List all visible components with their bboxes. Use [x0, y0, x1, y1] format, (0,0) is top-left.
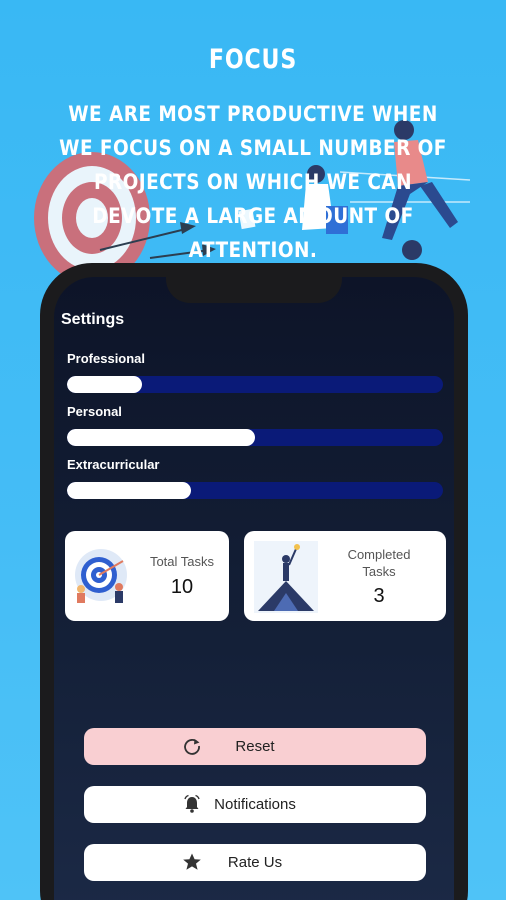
- progress-bar-professional: [67, 376, 443, 393]
- progress-bar-extracurricular: [67, 482, 443, 499]
- promo-title: FOCUS: [208, 44, 298, 75]
- total-tasks-value: 10: [170, 576, 194, 598]
- phone-notch: [166, 277, 342, 303]
- phone-frame: Settings Professional Personal Extracurr…: [40, 263, 468, 900]
- completed-tasks-value: 3: [373, 585, 385, 607]
- completed-tasks-card[interactable]: Completed Tasks 3: [244, 531, 446, 621]
- total-tasks-label: Total Tasks: [149, 554, 215, 569]
- progress-label-professional: Professional: [67, 351, 146, 366]
- progress-label-personal: Personal: [67, 404, 122, 419]
- promo-text: WE ARE MOST PRODUCTIVE WHEN WE FOCUS ON …: [59, 102, 447, 262]
- progress-fill-extracurricular: [67, 482, 192, 499]
- completed-tasks-label: Completed Tasks: [347, 547, 411, 579]
- progress-label-extracurricular: Extracurricular: [67, 457, 160, 472]
- notifications-button-label: Notifications: [214, 796, 296, 813]
- progress-fill-personal: [67, 429, 255, 446]
- screen-title: Settings: [61, 311, 125, 328]
- progress-bar-personal: [67, 429, 443, 446]
- progress-fill-professional: [67, 376, 143, 393]
- reset-button[interactable]: Reset: [84, 728, 426, 765]
- rate-us-button[interactable]: Rate Us: [84, 844, 426, 881]
- app-screen: Settings Professional Personal Extracurr…: [54, 277, 454, 900]
- notifications-button[interactable]: Notifications: [84, 786, 426, 823]
- total-tasks-card[interactable]: Total Tasks 10: [65, 531, 229, 621]
- reset-button-label: Reset: [235, 738, 275, 755]
- rate-us-button-label: Rate Us: [227, 854, 283, 871]
- target-icon: [75, 549, 127, 603]
- summit-icon: [254, 541, 318, 613]
